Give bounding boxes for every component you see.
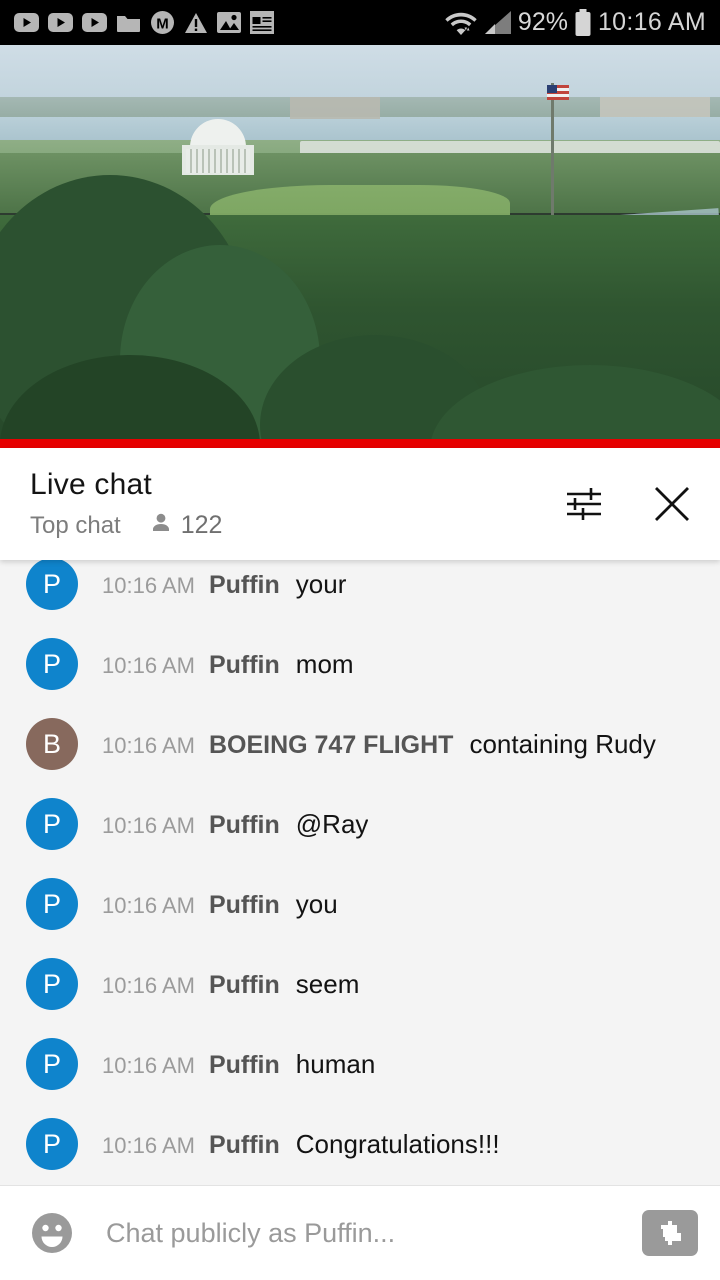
chat-message[interactable]: B 10:16 AM BOEING 747 FLIGHT containing Rud… — [0, 704, 720, 784]
message-author[interactable]: Puffin — [209, 651, 280, 680]
chat-message[interactable]: P 10:16 AM Puffin Congratulations!!! — [0, 1104, 720, 1184]
foreground-trees — [0, 175, 720, 448]
message-text: you — [295, 888, 338, 919]
super-chat-dollar-icon[interactable] — [642, 1210, 698, 1256]
chat-message[interactable]: P 10:16 AM Puffin seem — [0, 944, 720, 1024]
status-bar-system: 92% 10:16 AM — [444, 8, 706, 37]
message-text: seem — [295, 968, 360, 999]
news-icon — [250, 11, 274, 34]
svg-text:M: M — [156, 16, 169, 33]
youtube-play-icon-3 — [82, 13, 107, 32]
avatar[interactable]: P — [26, 798, 78, 850]
battery-icon — [574, 8, 592, 37]
emoji-smiley-icon[interactable] — [26, 1207, 78, 1259]
cellular-signal-icon — [484, 10, 512, 35]
video-progress-fill — [0, 439, 720, 448]
chat-message-body: 10:16 AM Puffin mom — [102, 649, 354, 680]
chat-message[interactable]: P 10:16 AM Puffin human — [0, 1024, 720, 1104]
chat-message[interactable]: P 10:16 AM Puffin mom — [0, 624, 720, 704]
american-flag — [547, 85, 569, 100]
folder-icon — [116, 12, 141, 33]
avatar[interactable]: B — [26, 718, 78, 770]
status-bar: M 92% 10:16 AM — [0, 0, 720, 45]
avatar[interactable]: P — [26, 560, 78, 610]
viewer-count-group: 122 — [149, 511, 223, 540]
live-chat-header: Live chat Top chat 122 — [0, 448, 720, 560]
message-text: @Ray — [295, 808, 369, 839]
chat-mode-label[interactable]: Top chat — [30, 512, 121, 540]
message-timestamp: 10:16 AM — [102, 892, 195, 918]
status-bar-notifications: M — [14, 10, 444, 35]
chat-message-body: 10:16 AM BOEING 747 FLIGHT containing Rudy — [102, 729, 656, 760]
message-author[interactable]: Puffin — [209, 1051, 280, 1080]
chat-input-bar — [0, 1185, 720, 1280]
chat-message-body: 10:16 AM Puffin Congratulations!!! — [102, 1129, 500, 1160]
live-video-player[interactable] — [0, 45, 720, 448]
chat-message-body: 10:16 AM Puffin seem — [102, 969, 359, 1000]
wifi-data-icon — [444, 9, 478, 36]
image-icon — [217, 12, 241, 33]
message-timestamp: 10:16 AM — [102, 572, 195, 598]
message-timestamp: 10:16 AM — [102, 972, 195, 998]
video-frame — [0, 45, 720, 448]
message-author[interactable]: Puffin — [209, 891, 280, 920]
close-icon[interactable] — [648, 480, 696, 528]
message-timestamp: 10:16 AM — [102, 812, 195, 838]
video-progress-bar[interactable] — [0, 439, 720, 448]
chat-message[interactable]: P 10:16 AM Puffin you — [0, 864, 720, 944]
chat-message[interactable]: P 10:16 AM Puffin @Ray — [0, 784, 720, 864]
chat-header-titles: Live chat Top chat 122 — [30, 468, 560, 541]
message-timestamp: 10:16 AM — [102, 1052, 195, 1078]
avatar[interactable]: P — [26, 958, 78, 1010]
chat-message-list[interactable]: P 10:16 AM Puffin your P 10:16 AM Puffin mom B 10… — [0, 560, 720, 1185]
message-text: your — [295, 568, 347, 599]
chat-message-body: 10:16 AM Puffin you — [102, 889, 338, 920]
jefferson-memorial — [176, 119, 260, 175]
message-timestamp: 10:16 AM — [102, 732, 195, 758]
message-author[interactable]: Puffin — [209, 971, 280, 1000]
message-text: Congratulations!!! — [295, 1128, 500, 1159]
chat-input[interactable] — [106, 1217, 642, 1249]
message-text: human — [295, 1048, 376, 1079]
chat-header-actions — [560, 480, 696, 528]
chat-message-body: 10:16 AM Puffin @Ray — [102, 809, 368, 840]
page-title: Live chat — [30, 467, 152, 501]
message-text: containing Rudy — [469, 728, 656, 759]
warning-triangle-icon — [184, 12, 208, 34]
message-timestamp: 10:16 AM — [102, 1132, 195, 1158]
message-author[interactable]: Puffin — [209, 811, 280, 840]
m-circle-icon: M — [150, 10, 175, 35]
youtube-play-icon-2 — [48, 13, 73, 32]
chat-message[interactable]: P 10:16 AM Puffin your — [0, 560, 720, 624]
avatar[interactable]: P — [26, 878, 78, 930]
person-icon — [149, 511, 173, 540]
message-author[interactable]: Puffin — [209, 1131, 280, 1160]
viewer-count: 122 — [180, 511, 223, 540]
chat-message-body: 10:16 AM Puffin your — [102, 569, 346, 600]
message-text: mom — [295, 648, 354, 679]
battery-percent: 92% — [517, 8, 568, 36]
far-city-buildings-2 — [600, 97, 710, 117]
chat-message-body: 10:16 AM Puffin human — [102, 1049, 375, 1080]
message-timestamp: 10:16 AM — [102, 652, 195, 678]
chat-subheader: Top chat 122 — [30, 511, 560, 540]
status-bar-clock: 10:16 AM — [597, 8, 706, 36]
youtube-play-icon-1 — [14, 13, 39, 32]
avatar[interactable]: P — [26, 638, 78, 690]
youtube-live-chat-screen: M 92% 10:16 AM Live chat Top chat 122 P … — [0, 0, 720, 1280]
avatar[interactable]: P — [26, 1118, 78, 1170]
tune-icon[interactable] — [560, 480, 608, 528]
message-author[interactable]: Puffin — [209, 571, 280, 600]
far-city-buildings-1 — [290, 97, 380, 119]
avatar[interactable]: P — [26, 1038, 78, 1090]
message-author[interactable]: BOEING 747 FLIGHT — [209, 731, 453, 760]
